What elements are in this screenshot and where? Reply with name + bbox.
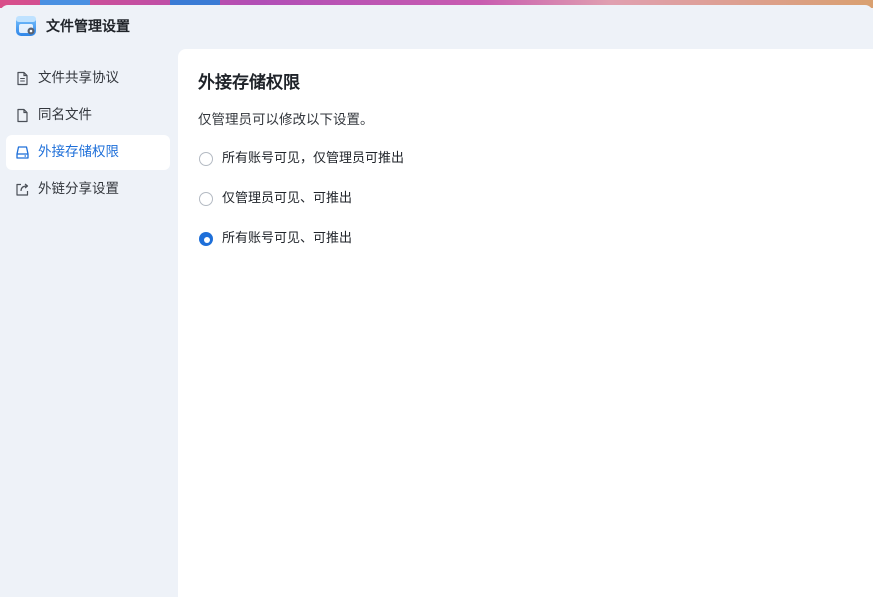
option-label: 所有账号可见，仅管理员可推出 xyxy=(222,151,405,166)
page-title: 外接存储权限 xyxy=(198,73,300,93)
main-content: 外接存储权限 仅管理员可以修改以下设置。 所有账号可见，仅管理员可推出 仅管理员… xyxy=(178,49,873,597)
option-label: 仅管理员可见、可推出 xyxy=(222,191,353,206)
file-manager-settings-icon xyxy=(15,15,37,37)
settings-window: 文件管理设置 文件共享协议 同名文件 外接存储权限 外链分享设置 外接存储权限 … xyxy=(0,5,873,597)
option-all-visible-all-eject[interactable]: 所有账号可见、可推出 xyxy=(198,229,352,249)
radio-checked-icon xyxy=(199,232,213,246)
sidebar-item-external-storage-permissions[interactable]: 外接存储权限 xyxy=(6,135,170,170)
file-icon xyxy=(15,108,30,123)
option-all-visible-admin-eject[interactable]: 所有账号可见，仅管理员可推出 xyxy=(198,149,404,169)
sidebar-item-external-link-sharing[interactable]: 外链分享设置 xyxy=(6,172,170,207)
sidebar-item-label: 文件共享协议 xyxy=(38,70,119,86)
radio-unchecked-icon xyxy=(199,152,213,166)
share-link-icon xyxy=(15,182,30,197)
sidebar: 文件共享协议 同名文件 外接存储权限 外链分享设置 xyxy=(0,49,178,597)
radio-button[interactable] xyxy=(198,151,214,167)
option-admin-only-visible-eject[interactable]: 仅管理员可见、可推出 xyxy=(198,189,352,209)
permission-note: 仅管理员可以修改以下设置。 xyxy=(198,112,374,128)
external-drive-icon xyxy=(15,145,30,160)
document-icon xyxy=(15,71,30,86)
sidebar-item-label: 同名文件 xyxy=(38,107,92,123)
window-title: 文件管理设置 xyxy=(46,19,130,35)
title-bar: 文件管理设置 xyxy=(0,5,873,49)
sidebar-item-label: 外链分享设置 xyxy=(38,181,119,197)
option-label: 所有账号可见、可推出 xyxy=(222,231,353,246)
radio-unchecked-icon xyxy=(199,192,213,206)
sidebar-item-same-name-files[interactable]: 同名文件 xyxy=(6,98,170,133)
radio-button[interactable] xyxy=(198,231,214,247)
sidebar-item-label: 外接存储权限 xyxy=(38,144,119,160)
radio-button[interactable] xyxy=(198,191,214,207)
sidebar-item-file-sharing-protocol[interactable]: 文件共享协议 xyxy=(6,61,170,96)
